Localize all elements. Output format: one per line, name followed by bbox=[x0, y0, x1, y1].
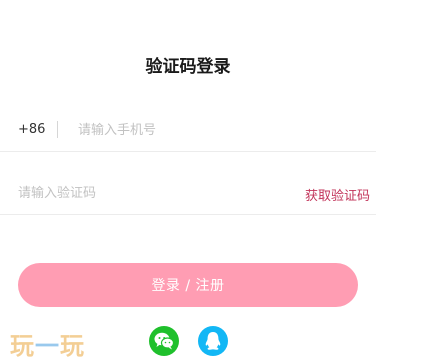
wechat-login-button[interactable] bbox=[149, 326, 179, 356]
phone-row: +86 bbox=[0, 111, 376, 152]
qq-login-button[interactable] bbox=[198, 326, 228, 356]
wechat-icon bbox=[154, 332, 175, 350]
divider bbox=[57, 121, 58, 138]
code-row: 获取验证码 bbox=[0, 174, 376, 215]
page-title: 验证码登录 bbox=[145, 57, 231, 77]
country-code[interactable]: +86 bbox=[18, 122, 45, 137]
qq-icon bbox=[205, 332, 221, 350]
watermark-logo: 玩一玩 bbox=[10, 331, 85, 360]
get-code-button[interactable]: 获取验证码 bbox=[305, 185, 370, 204]
phone-input[interactable] bbox=[78, 119, 348, 141]
verification-code-input[interactable] bbox=[18, 182, 248, 204]
login-register-button[interactable]: 登录 / 注册 bbox=[18, 263, 358, 307]
